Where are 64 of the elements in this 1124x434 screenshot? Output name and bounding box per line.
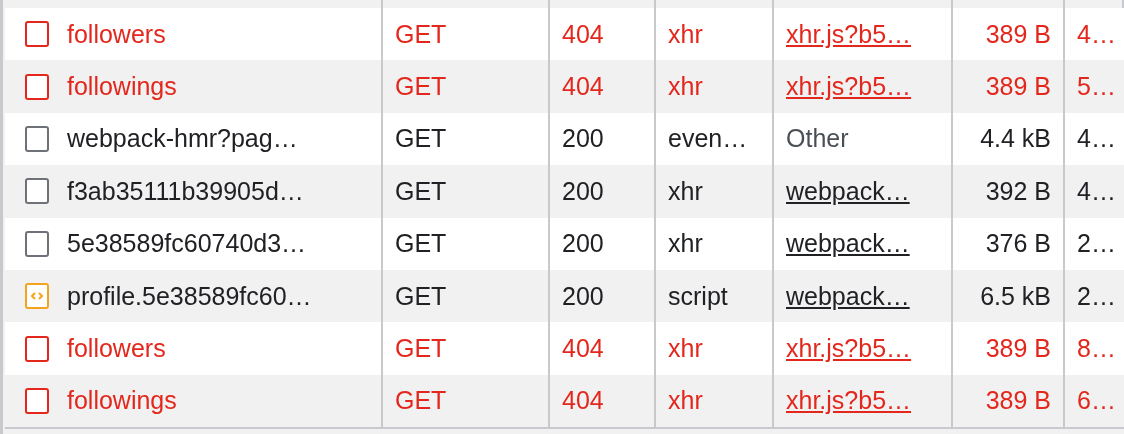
time-cell: 4… xyxy=(1077,176,1116,206)
request-name[interactable]: f3ab35111b39905d… xyxy=(67,176,304,206)
status-cell: 200 xyxy=(562,229,604,259)
size-cell: 6.5 kB xyxy=(980,281,1051,311)
method-cell: GET xyxy=(395,72,447,102)
document-icon xyxy=(25,178,49,205)
type-cell: even… xyxy=(668,124,748,154)
status-cell: 404 xyxy=(562,72,604,102)
time-cell: 4… xyxy=(1077,124,1116,154)
size-cell: 4.4 kB xyxy=(980,124,1051,154)
initiator-link[interactable]: webpack… xyxy=(786,281,910,311)
initiator-link[interactable]: xhr.js?b5… xyxy=(786,19,912,49)
method-cell: GET xyxy=(395,124,447,154)
time-cell: 4… xyxy=(1077,19,1116,49)
request-name[interactable]: followings xyxy=(67,386,177,416)
document-icon xyxy=(25,387,49,414)
size-cell: 389 B xyxy=(985,19,1051,49)
method-cell: GET xyxy=(395,386,447,416)
status-cell: 200 xyxy=(562,281,604,311)
method-cell: GET xyxy=(395,176,447,206)
initiator-link[interactable]: xhr.js?b5… xyxy=(786,72,912,102)
method-cell: GET xyxy=(395,19,447,49)
size-cell: 389 B xyxy=(985,72,1051,102)
size-cell: 389 B xyxy=(985,334,1051,364)
size-cell: 376 B xyxy=(985,229,1051,259)
method-cell: GET xyxy=(395,229,447,259)
type-cell: xhr xyxy=(668,386,703,416)
type-cell: script xyxy=(668,281,728,311)
status-cell: 404 xyxy=(562,334,604,364)
initiator-cell: Other xyxy=(786,124,849,154)
type-cell: xhr xyxy=(668,334,703,364)
method-cell: GET xyxy=(395,281,447,311)
method-cell: GET xyxy=(395,334,447,364)
request-name[interactable]: profile.5e38589fc60… xyxy=(67,281,312,311)
type-cell: xhr xyxy=(668,19,703,49)
type-cell: xhr xyxy=(668,72,703,102)
time-cell: 5… xyxy=(1077,72,1116,102)
initiator-link[interactable]: xhr.js?b5… xyxy=(786,386,912,416)
request-name[interactable]: followers xyxy=(67,334,166,364)
time-cell: 2… xyxy=(1077,281,1116,311)
initiator-link[interactable]: webpack… xyxy=(786,229,910,259)
status-cell: 404 xyxy=(562,386,604,416)
initiator-link[interactable]: webpack… xyxy=(786,176,910,206)
time-cell: 8… xyxy=(1077,334,1116,364)
request-name[interactable]: followings xyxy=(67,72,177,102)
script-file-icon xyxy=(25,283,49,310)
document-icon xyxy=(25,125,49,152)
document-icon xyxy=(25,21,49,48)
request-name[interactable]: webpack-hmr?pag… xyxy=(67,124,298,154)
type-cell: xhr xyxy=(668,229,703,259)
request-name[interactable]: followers xyxy=(67,19,166,49)
time-cell: 6… xyxy=(1077,386,1116,416)
status-cell: 404 xyxy=(562,19,604,49)
status-cell: 200 xyxy=(562,176,604,206)
type-cell: xhr xyxy=(668,176,703,206)
size-cell: 392 B xyxy=(985,176,1051,206)
initiator-link[interactable]: xhr.js?b5… xyxy=(786,334,912,364)
time-cell: 2… xyxy=(1077,229,1116,259)
status-cell: 200 xyxy=(562,124,604,154)
size-cell: 389 B xyxy=(985,386,1051,416)
request-name[interactable]: 5e38589fc60740d3… xyxy=(67,229,307,259)
document-icon xyxy=(25,73,49,100)
document-icon xyxy=(25,230,49,257)
document-icon xyxy=(25,335,49,362)
